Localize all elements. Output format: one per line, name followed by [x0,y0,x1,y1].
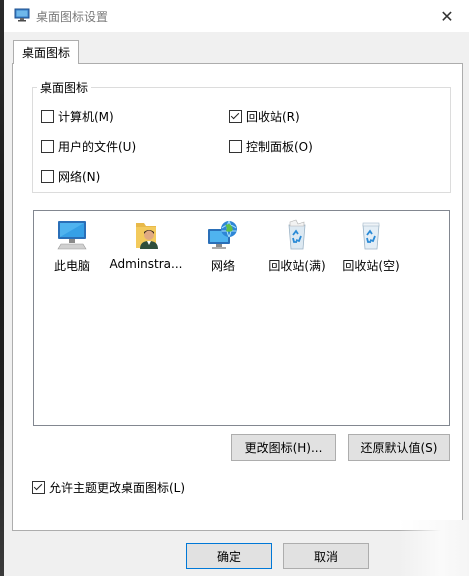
cancel-button[interactable]: 取消 [283,543,369,569]
computer-checkbox[interactable]: 计算机(M) [41,108,114,125]
user-folder-icon [136,223,158,249]
checkbox-box[interactable] [32,481,45,494]
group-label: 桌面图标 [37,79,92,96]
network-icon [208,220,237,249]
list-item-network[interactable]: 网络 [185,219,261,274]
list-item-administrator[interactable]: Adminstra... [108,219,184,271]
list-item-recycle-bin-empty[interactable]: 回收站(空) [333,219,409,274]
computer-icon [57,221,87,250]
icon-list[interactable]: 此电脑 Adminstra... 网络 回收站(满) 回收站(空) [33,210,450,426]
checkbox-label: 控制面板(O) [246,140,313,154]
recycle-bin-full-icon [288,219,306,250]
change-icon-button[interactable]: 更改图标(H)... [231,434,336,461]
user-files-checkbox[interactable]: 用户的文件(U) [41,138,136,155]
close-button[interactable]: ✕ [425,0,469,32]
checkbox-label: 允许主题更改桌面图标(L) [49,481,186,495]
icon-label: 网络 [210,259,235,273]
checkbox-box[interactable] [229,140,242,153]
icon-label: 回收站(满) [268,259,326,273]
desktop-icons-group: 桌面图标 计算机(M) 回收站(R) 用户的文件(U) 控制面板(O) 网络(N… [32,79,451,193]
ok-button[interactable]: 确定 [186,543,272,569]
icon-label: Adminstra... [109,257,183,271]
network-checkbox[interactable]: 网络(N) [41,168,100,185]
checkbox-box[interactable] [41,170,54,183]
tab-panel: 桌面图标 计算机(M) 回收站(R) 用户的文件(U) 控制面板(O) 网络(N… [12,63,463,531]
icon-label: 回收站(空) [342,259,400,273]
list-item-this-pc[interactable]: 此电脑 [34,219,110,274]
checkbox-label: 用户的文件(U) [58,140,137,154]
window-title: 桌面图标设置 [36,10,109,24]
checkbox-box[interactable] [41,110,54,123]
desktop-icon-settings-dialog: 桌面图标设置 ✕ 桌面图标 桌面图标 计算机(M) 回收站(R) 用户的文件(U… [4,0,469,576]
checkbox-label: 网络(N) [58,170,101,184]
restore-default-button[interactable]: 还原默认值(S) [348,434,450,461]
allow-theme-change-checkbox[interactable]: 允许主题更改桌面图标(L) [32,479,185,496]
icon-label: 此电脑 [53,259,90,273]
checkbox-box[interactable] [41,140,54,153]
checkbox-box[interactable] [229,110,242,123]
tab-desktop-icons[interactable]: 桌面图标 [13,40,79,64]
control-panel-checkbox[interactable]: 控制面板(O) [229,138,313,155]
checkbox-label: 回收站(R) [246,110,300,124]
close-icon: ✕ [440,6,454,26]
title-bar[interactable]: 桌面图标设置 ✕ [4,0,469,32]
watermark-fade [399,520,469,576]
recycle-bin-checkbox[interactable]: 回收站(R) [229,108,300,125]
list-item-recycle-bin-full[interactable]: 回收站(满) [259,219,335,274]
recycle-bin-empty-icon [362,222,380,250]
checkbox-label: 计算机(M) [58,110,114,124]
monitor-icon [14,8,30,22]
